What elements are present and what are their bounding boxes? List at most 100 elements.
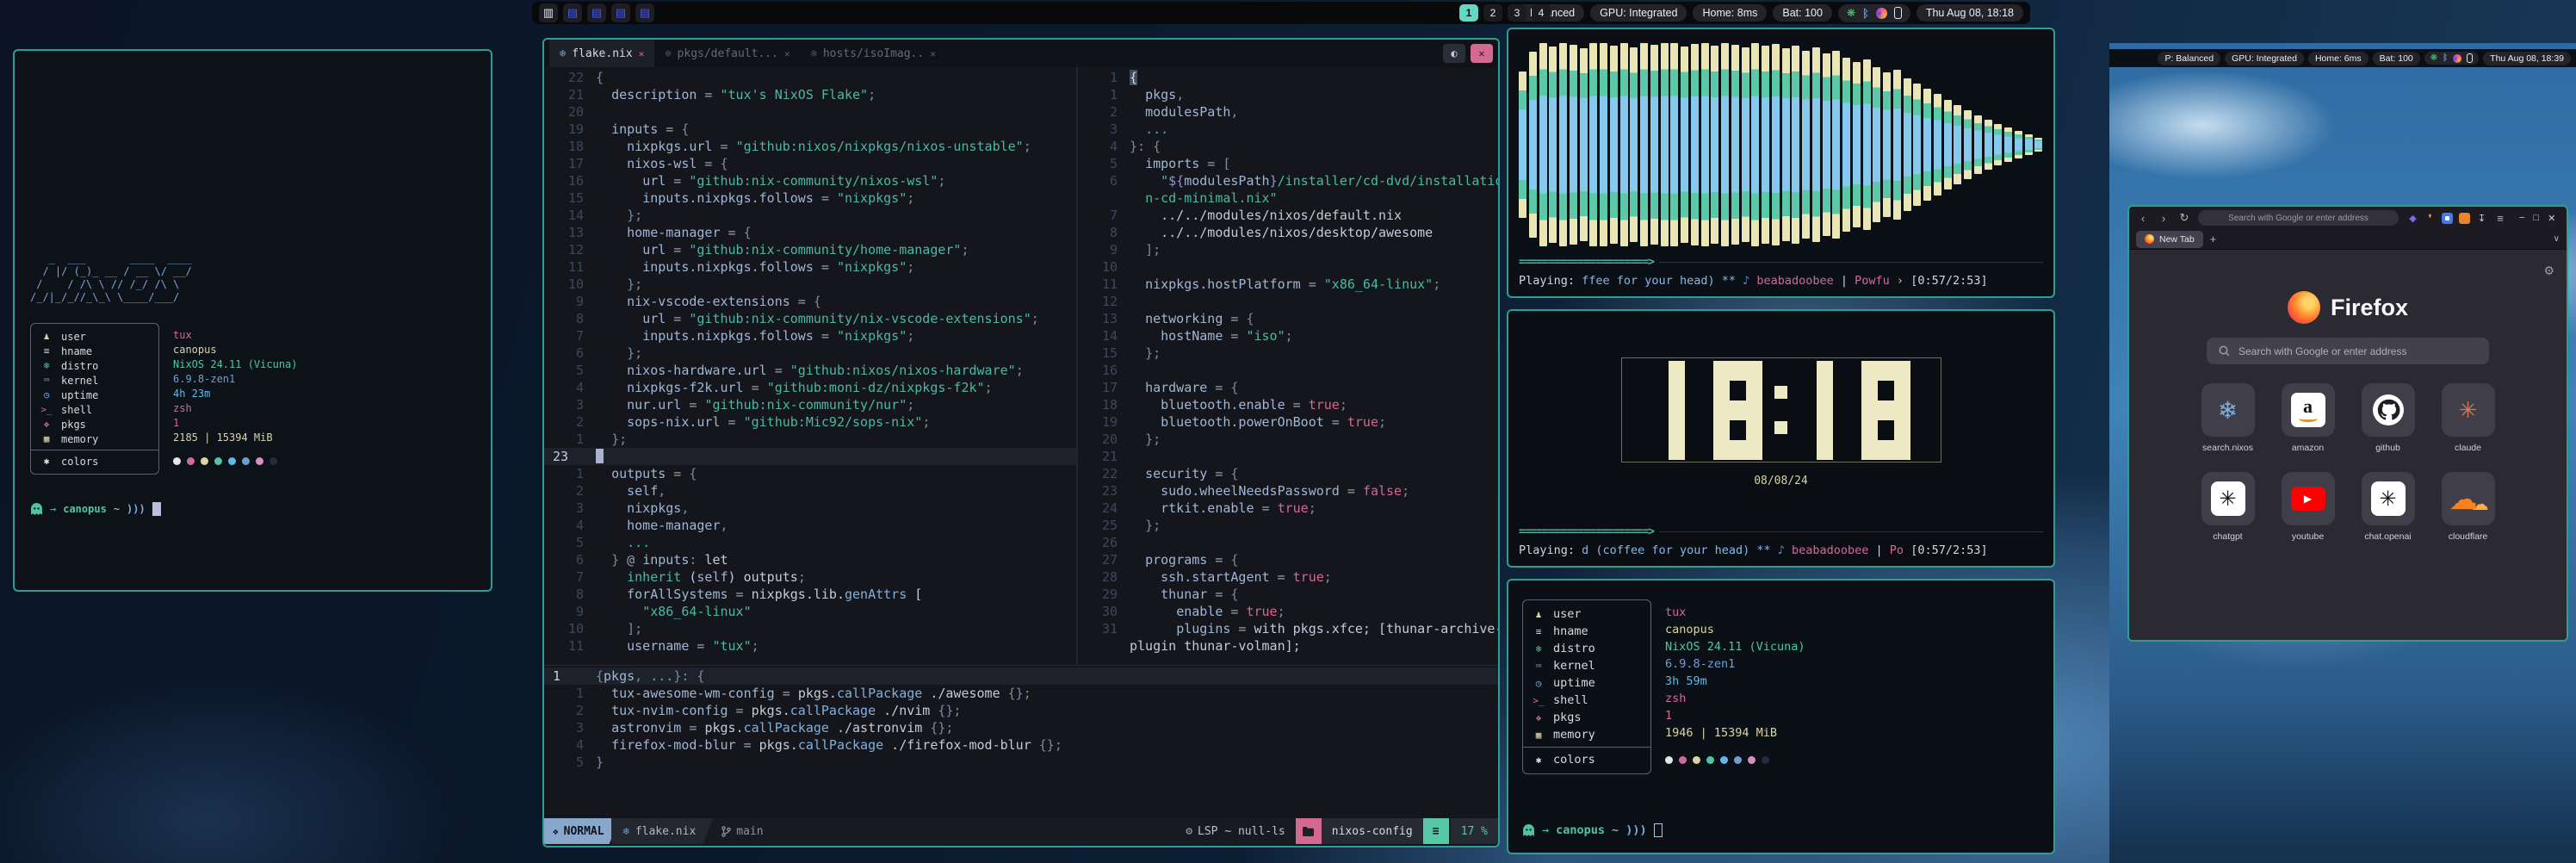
- fetch-row: ❖pkgs: [40, 417, 150, 432]
- color-picker-icon[interactable]: [1876, 8, 1887, 19]
- phone-icon[interactable]: [2467, 53, 2473, 63]
- phone-icon[interactable]: [1894, 7, 1902, 19]
- maximize-button[interactable]: □: [2533, 213, 2539, 223]
- shortcut-chatgpt[interactable]: ✳chatgpt: [2201, 472, 2255, 542]
- firefox-tabbar: New Tab + ∨: [2129, 229, 2567, 250]
- clock-digit: [1861, 361, 1910, 460]
- line-number: 15: [544, 189, 596, 207]
- buffer-close-icon[interactable]: ✕: [639, 48, 645, 59]
- line-number: 8: [544, 586, 596, 603]
- fetch-value: 2185 | 15394 MiB: [173, 432, 298, 446]
- clock-window[interactable]: 08/08/24 ======================> Playing…: [1507, 309, 2055, 568]
- code-line: 16 url = "github:nix-community/nixos-wsl…: [544, 172, 1076, 189]
- buffer-close-icon[interactable]: ✕: [784, 48, 790, 59]
- fastfetch-output: ♟user≡hname❄distro⌨kernel◷uptime>_shell❖…: [30, 323, 475, 475]
- workspaces: 1234: [1459, 4, 1551, 22]
- buffer-picker-button[interactable]: ◐: [1443, 44, 1465, 63]
- fetch-info-box: ♟user≡hname❄distro⌨kernel◷uptime>_shell❖…: [1522, 599, 1651, 774]
- close-button[interactable]: ✕: [2548, 213, 2555, 224]
- shortcut-label: claude: [2442, 443, 2495, 453]
- shortcut-amazon[interactable]: aamazon: [2282, 383, 2335, 453]
- editor-pane-flake-nix[interactable]: 22{21 description = "tux's NixOS Flake";…: [544, 67, 1078, 665]
- search-input[interactable]: Search with Google or enter address: [2207, 338, 2489, 364]
- fetch-label: pkgs: [61, 419, 86, 431]
- cava-bar: [1792, 46, 1799, 244]
- cava-bar: [1762, 46, 1769, 244]
- line-number: 29: [1078, 586, 1130, 603]
- reload-button[interactable]: ↻: [2177, 211, 2191, 225]
- shortcut-claude[interactable]: ✳claude: [2442, 383, 2495, 453]
- buffer-tab-flake-nix[interactable]: ❄flake.nix✕: [549, 40, 654, 67]
- buffer-close-button[interactable]: ✕: [1471, 44, 1493, 63]
- shortcut-chat-openai[interactable]: ✳chat.openai: [2362, 472, 2415, 542]
- firefox-window[interactable]: ‹ › ↻ Search with Google or enter addres…: [2127, 205, 2568, 642]
- palette-dot: [1693, 756, 1700, 764]
- fetch-row: ❄distro: [40, 358, 150, 373]
- shortcut-search-nixos[interactable]: ❄search.nixos: [2201, 383, 2255, 453]
- window-button-4[interactable]: ▤: [635, 3, 654, 22]
- bluetooth-icon[interactable]: ᛒ: [1862, 7, 1869, 20]
- personalize-gear-icon[interactable]: ⚙: [2543, 264, 2554, 278]
- window-button-3[interactable]: ▤: [611, 3, 630, 22]
- buffer-close-icon[interactable]: ✕: [930, 48, 936, 59]
- window-button-2[interactable]: ▤: [587, 3, 606, 22]
- cava-bar: [2015, 131, 2022, 158]
- cava-bar: [1904, 78, 1911, 211]
- app-launcher-button[interactable]: ▥: [539, 3, 558, 22]
- fetch-label: colors: [1553, 753, 1595, 767]
- shortcut-cloudflare[interactable]: ☁☁cloudflare: [2442, 472, 2495, 542]
- back-button[interactable]: ‹: [2136, 212, 2150, 225]
- addon-icon-2[interactable]: ❜: [2424, 213, 2436, 224]
- code-line: 2 modulesPath,: [1078, 103, 1498, 121]
- forward-button[interactable]: ›: [2157, 212, 2170, 225]
- workspace-button-4[interactable]: 4: [1532, 4, 1551, 22]
- distro-icon: ❄: [40, 360, 53, 371]
- hname-icon: ≡: [1532, 626, 1545, 637]
- editor-pane-iso-image[interactable]: 1{1 pkgs,2 modulesPath,3 ...4}: {5 impor…: [1078, 67, 1498, 665]
- network-icon[interactable]: ❋: [1847, 7, 1855, 19]
- color-picker-icon[interactable]: [2453, 54, 2461, 63]
- network-icon[interactable]: ❋: [2430, 53, 2437, 63]
- window-button-1[interactable]: ▤: [563, 3, 582, 22]
- addon-icon-4[interactable]: [2459, 213, 2470, 224]
- editor-pane-pkgs-default[interactable]: 1{pkgs, ...}: {1 tux-awesome-wm-config =…: [544, 665, 1498, 818]
- distro-icon: ❄: [1532, 643, 1545, 655]
- bluetooth-icon[interactable]: ᛒ: [2443, 53, 2448, 63]
- shortcut-github[interactable]: github: [2362, 383, 2415, 453]
- shell-prompt[interactable]: →canopus~))): [1522, 823, 2040, 837]
- shell-prompt[interactable]: →canopus~))): [30, 502, 475, 516]
- addon-icon-1[interactable]: ◆: [2407, 213, 2418, 224]
- workspace-button-1[interactable]: 1: [1459, 4, 1478, 22]
- buffer-tabs: ❄flake.nix✕❄pkgs/default...✕❄hosts/isoIm…: [549, 40, 946, 67]
- cava-bar: [1681, 47, 1688, 243]
- addon-icon-3[interactable]: [2442, 213, 2453, 224]
- tab-list-chevron-icon[interactable]: ∨: [2554, 234, 2560, 244]
- buffer-tab-pkgs-default-[interactable]: ❄pkgs/default...✕: [654, 40, 800, 67]
- cava-window[interactable]: ======================> Playing: ffee fo…: [1507, 28, 2055, 298]
- workspace-button-3[interactable]: 3: [1508, 4, 1526, 22]
- neovim-window[interactable]: ❄flake.nix✕❄pkgs/default...✕❄hosts/isoIm…: [542, 38, 1500, 847]
- menu-button[interactable]: ≡: [2493, 212, 2507, 225]
- url-bar[interactable]: Search with Google or enter address: [2198, 210, 2399, 226]
- addon-icon-5[interactable]: ↧: [2476, 213, 2487, 224]
- terminal-window-left[interactable]: _ ___ ____ ____ / |/ (_)_ __ / __ \/ __/…: [13, 49, 492, 592]
- code-line: 23 sudo.wheelNeedsPassword = false;: [1078, 482, 1498, 500]
- now-playing: Playing: d (coffee for your head) ** ♪ b…: [1519, 543, 2043, 557]
- fetch-row: ◷uptime: [1532, 674, 1642, 692]
- line-number: 3: [544, 500, 596, 517]
- cava-bar: [1519, 71, 1526, 218]
- shortcut-label: youtube: [2282, 531, 2335, 542]
- minimize-button[interactable]: −: [2519, 213, 2524, 223]
- new-tab-button[interactable]: +: [2210, 233, 2217, 245]
- line-number: 10: [544, 276, 596, 293]
- terminal-window-right[interactable]: ♟user≡hname❄distro⌨kernel◷uptime>_shell❖…: [1507, 579, 2055, 854]
- cava-bar: [1893, 70, 1901, 220]
- pkgs-icon: ❖: [1532, 712, 1545, 723]
- fetch-value: 4h 23m: [173, 388, 298, 402]
- workspace-button-2[interactable]: 2: [1483, 4, 1502, 22]
- code-line: 3 astronvim = pkgs.callPackage ./astronv…: [544, 719, 1498, 736]
- buffer-tab-hosts-isoImag-[interactable]: ❄hosts/isoImag..✕: [801, 40, 946, 67]
- shortcut-youtube[interactable]: ▶youtube: [2282, 472, 2335, 542]
- terminal-cursor: [152, 502, 161, 516]
- tab-new-tab[interactable]: New Tab: [2136, 231, 2203, 248]
